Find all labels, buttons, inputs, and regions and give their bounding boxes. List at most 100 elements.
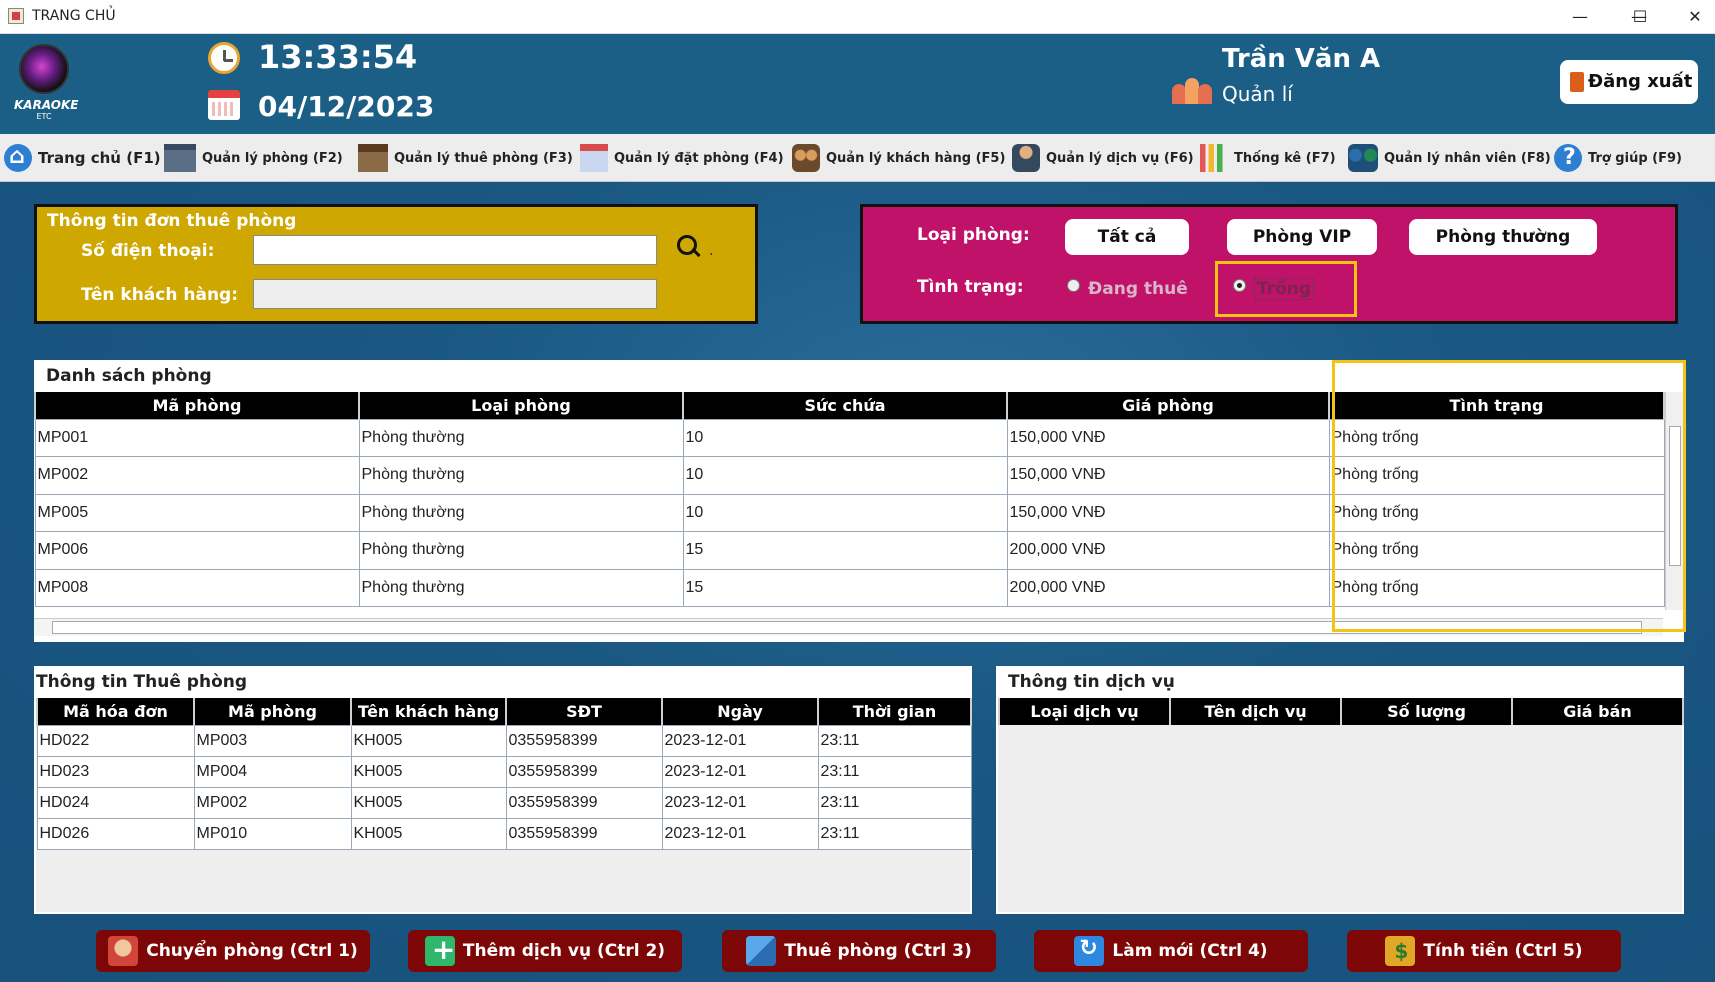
- logo-disc-icon: [19, 44, 69, 94]
- user-role: Quản lí: [1222, 82, 1293, 106]
- exit-door-icon: [1570, 72, 1584, 92]
- menu-item-statistics[interactable]: Thống kê (F7): [1200, 134, 1336, 182]
- filter-all-button[interactable]: Tất cả: [1065, 219, 1189, 255]
- column-header[interactable]: Tên dịch vụ: [1169, 698, 1342, 725]
- menu-item-help[interactable]: Trợ giúp (F9): [1554, 134, 1682, 182]
- filter-vip-button[interactable]: Phòng VIP: [1227, 219, 1377, 255]
- current-time: 13:33:54: [258, 38, 418, 76]
- table-cell: 0355958399: [505, 755, 663, 788]
- add-service-button[interactable]: Thêm dịch vụ (Ctrl 2): [408, 930, 682, 972]
- room-list-title: Danh sách phòng: [46, 366, 212, 386]
- menu-item-home[interactable]: Trang chủ (F1): [4, 134, 161, 182]
- transfer-room-button[interactable]: Chuyển phòng (Ctrl 1): [96, 930, 370, 972]
- table-cell: Phòng thường: [358, 531, 684, 570]
- column-header[interactable]: Mã phòng: [34, 392, 360, 419]
- table-cell: MP005: [34, 493, 360, 532]
- menu-item-bookings[interactable]: Quản lý đặt phòng (F4): [580, 134, 784, 182]
- table-cell: Phòng thường: [358, 418, 684, 457]
- table-cell: HD024: [36, 786, 195, 819]
- menu-item-services[interactable]: Quản lý dịch vụ (F6): [1012, 134, 1194, 182]
- karaoke-logo: KARAOKE ETC: [14, 44, 78, 124]
- table-cell: MP010: [193, 817, 352, 850]
- menu-label: Quản lý thuê phòng (F3): [394, 150, 573, 166]
- table-cell: HD022: [36, 724, 195, 757]
- menu-item-rooms[interactable]: Quản lý phòng (F2): [164, 134, 343, 182]
- refresh-icon: [1074, 936, 1105, 966]
- table-cell: 10: [682, 418, 1008, 457]
- table-row[interactable]: HD023 MP004 KH005 0355958399 2023-12-01 …: [36, 755, 972, 788]
- filter-normal-button[interactable]: Phòng thường: [1409, 219, 1597, 255]
- rental-search-panel: Thông tin đơn thuê phòng Số điện thoại: …: [34, 204, 758, 324]
- minimize-btn[interactable]: —: [1560, 4, 1600, 30]
- column-header[interactable]: SĐT: [505, 698, 663, 725]
- customer-name-field: [253, 279, 657, 309]
- column-header[interactable]: Mã hóa đơn: [36, 698, 195, 725]
- table-cell: Phòng thường: [358, 493, 684, 532]
- button-label: Tính tiền (Ctrl 5): [1423, 941, 1583, 961]
- table-cell: 0355958399: [505, 724, 663, 757]
- main-menu-bar: Trang chủ (F1) Quản lý phòng (F2) Quản l…: [0, 134, 1715, 182]
- table-cell: 15: [682, 531, 1008, 570]
- search-panel-title: Thông tin đơn thuê phòng: [47, 211, 297, 231]
- table-cell: MP008: [34, 568, 360, 607]
- phone-label: Số điện thoại:: [81, 241, 215, 261]
- logout-button[interactable]: Đăng xuất: [1560, 60, 1698, 104]
- trailing-mark: .: [709, 243, 714, 259]
- column-header[interactable]: Sức chứa: [682, 392, 1008, 419]
- table-row[interactable]: HD022 MP003 KH005 0355958399 2023-12-01 …: [36, 724, 972, 757]
- staff-icon: [1348, 144, 1378, 172]
- table-cell: 150,000 VNĐ: [1006, 456, 1330, 495]
- table-cell: Phòng thường: [358, 568, 684, 607]
- chart-icon: [1200, 144, 1228, 172]
- menu-label: Quản lý đặt phòng (F4): [614, 150, 784, 166]
- table-cell: 23:11: [817, 724, 972, 757]
- service-info-title: Thông tin dịch vụ: [1008, 672, 1175, 692]
- column-header[interactable]: Mã phòng: [193, 698, 352, 725]
- room-filter-panel: Loại phòng: Tất cả Phòng VIP Phòng thườn…: [860, 204, 1678, 324]
- home-icon: [4, 144, 32, 172]
- table-cell: KH005: [350, 724, 507, 757]
- column-header[interactable]: Số lượng: [1340, 698, 1513, 725]
- table-cell: 0355958399: [505, 786, 663, 819]
- add-icon: [424, 933, 455, 966]
- rent-room-button[interactable]: Thuê phòng (Ctrl 3): [722, 930, 996, 972]
- rental-table-header: Mã hóa đơn Mã phòng Tên khách hàng SĐT N…: [36, 698, 972, 725]
- table-row[interactable]: HD026 MP010 KH005 0355958399 2023-12-01 …: [36, 817, 972, 850]
- app-header: KARAOKE ETC 13:33:54 04/12/2023 Trần Văn…: [0, 34, 1715, 134]
- column-header[interactable]: Giá phòng: [1006, 392, 1330, 419]
- menu-item-customers[interactable]: Quản lý khách hàng (F5): [792, 134, 1005, 182]
- refresh-button[interactable]: Làm mới (Ctrl 4): [1034, 930, 1308, 972]
- column-header[interactable]: Tên khách hàng: [350, 698, 507, 725]
- table-cell: MP003: [193, 724, 352, 757]
- table-cell: 23:11: [817, 817, 972, 850]
- column-header[interactable]: Loại dịch vụ: [998, 698, 1171, 725]
- service-table-header: Loại dịch vụ Tên dịch vụ Số lượng Giá bá…: [998, 698, 1684, 725]
- column-header[interactable]: Ngày: [661, 698, 819, 725]
- service-table: Loại dịch vụ Tên dịch vụ Số lượng Giá bá…: [998, 698, 1684, 725]
- table-cell: 23:11: [817, 786, 972, 819]
- menu-item-rentals[interactable]: Quản lý thuê phòng (F3): [358, 134, 573, 182]
- calendar-icon: [208, 90, 240, 120]
- search-icon[interactable]: [677, 235, 703, 261]
- column-header[interactable]: Giá bán: [1511, 698, 1684, 725]
- column-header[interactable]: Loại phòng: [358, 392, 684, 419]
- table-cell: 150,000 VNĐ: [1006, 493, 1330, 532]
- radio-label: Đang thuê: [1088, 279, 1188, 299]
- menu-label: Thống kê (F7): [1234, 150, 1336, 166]
- clock-icon: [208, 42, 240, 74]
- column-header[interactable]: Thời gian: [817, 698, 972, 725]
- checkout-button[interactable]: Tính tiền (Ctrl 5): [1347, 930, 1621, 972]
- button-label: Chuyển phòng (Ctrl 1): [146, 941, 358, 961]
- maximize-btn[interactable]: ☐: [1620, 4, 1660, 30]
- menu-label: Quản lý dịch vụ (F6): [1046, 150, 1194, 166]
- menu-item-staff[interactable]: Quản lý nhân viên (F8): [1348, 134, 1551, 182]
- help-icon: [1554, 144, 1582, 172]
- status-radio-renting[interactable]: Đang thuê: [1067, 279, 1188, 299]
- close-btn[interactable]: ✕: [1675, 4, 1715, 30]
- service-info-panel: Thông tin dịch vụ Loại dịch vụ Tên dịch …: [996, 666, 1684, 914]
- phone-input[interactable]: [253, 235, 657, 265]
- table-cell: MP002: [193, 786, 352, 819]
- button-label: Làm mới (Ctrl 4): [1112, 941, 1268, 961]
- table-row[interactable]: HD024 MP002 KH005 0355958399 2023-12-01 …: [36, 786, 972, 819]
- table-cell: 15: [682, 568, 1008, 607]
